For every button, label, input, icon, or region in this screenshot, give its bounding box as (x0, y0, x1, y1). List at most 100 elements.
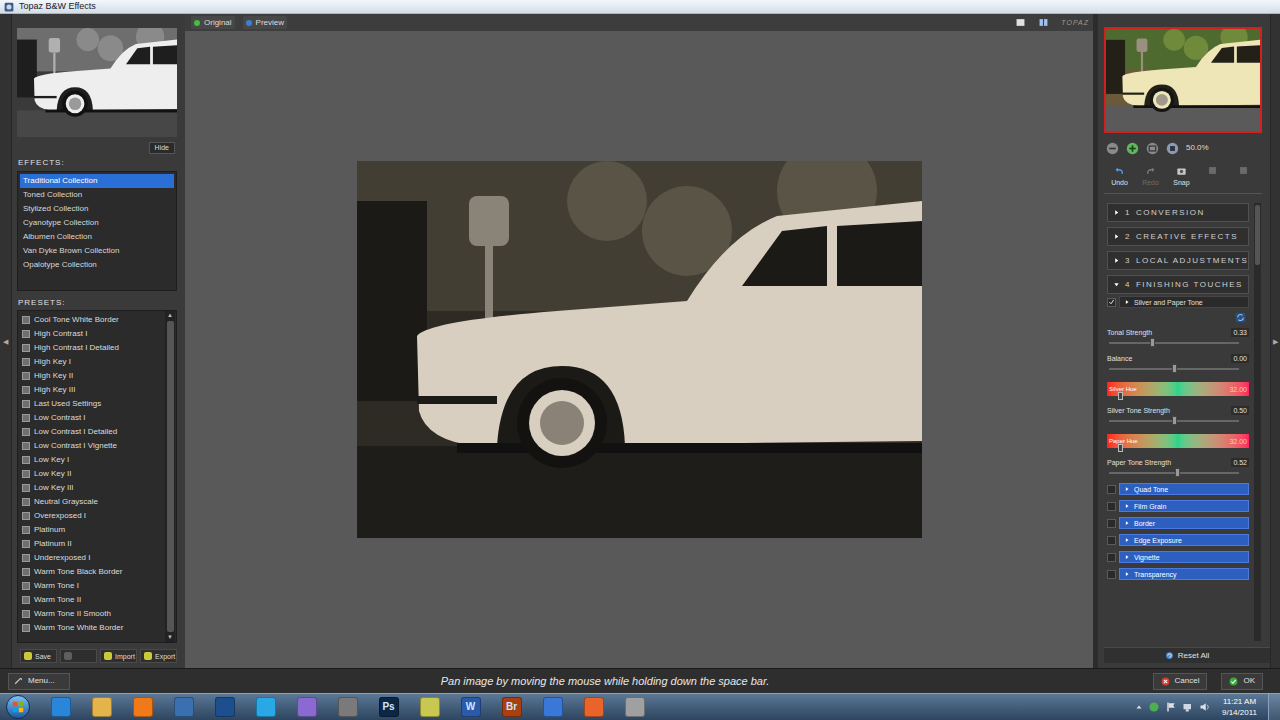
button-label[interactable]: Save (35, 653, 51, 660)
hide-button[interactable]: Hide (149, 142, 175, 154)
preset-label[interactable]: High Contrast I (34, 330, 87, 338)
slider-handle[interactable] (1175, 468, 1180, 477)
preset-item[interactable]: Low Key I (18, 453, 165, 467)
effect-item[interactable]: Toned Collection (20, 188, 174, 202)
module-checkbox[interactable] (1107, 553, 1116, 562)
module-label[interactable]: Transparency (1134, 571, 1177, 578)
slider-track[interactable] (1109, 364, 1239, 374)
scroll-down-arrow[interactable]: ▼ (167, 633, 173, 642)
section-label[interactable]: CONVERSION (1136, 209, 1205, 217)
preset-item[interactable]: Warm Tone Black Border (18, 565, 165, 579)
slider-value[interactable]: 0.33 (1231, 328, 1249, 337)
preset-item[interactable]: Low Key III (18, 481, 165, 495)
preset-item[interactable]: Low Key II (18, 467, 165, 481)
preset-item[interactable]: Warm Tone II Smooth (18, 607, 165, 621)
button-label[interactable]: Cancel (1175, 677, 1200, 685)
section-number[interactable]: 1 (1125, 209, 1131, 217)
preset-label[interactable]: Warm Tone II (34, 596, 81, 604)
button-label[interactable]: Export (155, 653, 175, 660)
slider-value[interactable]: 0.00 (1231, 354, 1249, 363)
preset-label[interactable]: Underexposed I (34, 554, 90, 562)
adjustments-scrollbar[interactable] (1254, 203, 1261, 641)
save-button[interactable]: Save (20, 649, 57, 663)
preset-label[interactable]: Low Key II (34, 470, 71, 478)
snap-button[interactable]: Snap (1166, 165, 1197, 187)
ok-button[interactable]: OK (1221, 673, 1263, 690)
module-label[interactable]: Film Grain (1134, 503, 1166, 510)
section-header[interactable]: 4 FINISHING TOUCHES (1107, 275, 1249, 294)
preset-label[interactable]: High Contrast I Detailed (34, 344, 119, 352)
preset-label[interactable]: Warm Tone White Border (34, 624, 123, 632)
preset-item[interactable]: Warm Tone White Border (18, 621, 165, 635)
effect-label[interactable]: Albumen Collection (23, 232, 92, 241)
image-canvas[interactable] (185, 31, 1093, 668)
taskbar-app[interactable] (327, 695, 368, 720)
clock[interactable]: 11:21 AM9/14/2011 (1216, 696, 1263, 718)
app-icon-label[interactable]: Ps (382, 702, 394, 712)
module-bar[interactable]: Transparency (1119, 568, 1249, 580)
module-label[interactable]: Border (1134, 520, 1155, 527)
app-icon[interactable]: Br (502, 697, 522, 717)
app-icon[interactable]: W (461, 697, 481, 717)
preset-label[interactable]: Low Key I (34, 456, 69, 464)
module-checkbox[interactable] (1107, 485, 1116, 494)
view-tab[interactable]: Original (191, 16, 235, 29)
hue-bar[interactable]: Paper Hue32.00 (1107, 434, 1249, 448)
preset-label[interactable]: Platinum (34, 526, 65, 534)
effect-label[interactable]: Traditional Collection (23, 176, 97, 185)
preset-label[interactable]: Cool Tone White Border (34, 316, 119, 324)
preset-item[interactable]: Low Contrast I Vignette (18, 439, 165, 453)
section-label[interactable]: FINISHING TOUCHES (1136, 281, 1243, 289)
preset-label[interactable]: Overexposed I (34, 512, 86, 520)
hue-bar[interactable]: Silver Hue32.00 (1107, 382, 1249, 396)
preset-label[interactable]: Low Contrast I Detailed (34, 428, 117, 436)
preset-label[interactable]: High Key I (34, 358, 71, 366)
taskbar-app[interactable] (614, 695, 655, 720)
preset-item[interactable]: Neutral Grayscale (18, 495, 165, 509)
app-icon[interactable]: Ps (379, 697, 399, 717)
preset-item[interactable]: High Key I (18, 355, 165, 369)
preset-item[interactable]: High Key III (18, 383, 165, 397)
app-icon[interactable] (297, 697, 317, 717)
effect-item[interactable]: Albumen Collection (20, 230, 174, 244)
taskbar-app[interactable] (409, 695, 450, 720)
menu-button[interactable]: Menu... (8, 673, 70, 690)
taskbar-app[interactable] (532, 695, 573, 720)
app-icon-label[interactable]: W (466, 702, 475, 712)
app-icon[interactable] (174, 697, 194, 717)
scroll-thumb[interactable] (167, 321, 174, 632)
section-header[interactable]: 2CREATIVE EFFECTS (1107, 227, 1249, 246)
show-desktop-button[interactable] (1268, 694, 1280, 720)
collapse-right-arrow[interactable]: ▶ (1273, 338, 1278, 345)
right-collapse-strip[interactable]: ▶ (1270, 14, 1280, 668)
preset-item[interactable]: High Contrast I Detailed (18, 341, 165, 355)
app-icon[interactable] (584, 697, 604, 717)
scroll-up-arrow[interactable]: ▲ (167, 311, 173, 320)
effect-label[interactable]: Toned Collection (23, 190, 82, 199)
presets-scrollbar[interactable]: ▲▼ (165, 311, 175, 642)
app-icon[interactable] (338, 697, 358, 717)
section-number[interactable]: 4 (1125, 281, 1131, 289)
module-label[interactable]: Vignette (1134, 554, 1160, 561)
button-label[interactable]: OK (1243, 677, 1255, 685)
effect-item[interactable]: Stylized Collection (20, 202, 174, 216)
preset-item[interactable]: Platinum II (18, 537, 165, 551)
app-icon[interactable] (92, 697, 112, 717)
taskbar-app[interactable] (245, 695, 286, 720)
preset-item[interactable]: High Key II (18, 369, 165, 383)
slider-track[interactable] (1109, 468, 1239, 478)
tone-title[interactable]: Silver and Paper Tone (1134, 299, 1203, 306)
preset-item[interactable]: Cool Tone White Border (18, 313, 165, 327)
module-checkbox[interactable] (1107, 502, 1116, 511)
app-icon[interactable] (625, 697, 645, 717)
app-icon[interactable] (420, 697, 440, 717)
effect-label[interactable]: Van Dyke Brown Collection (23, 246, 119, 255)
preset-label[interactable]: Neutral Grayscale (34, 498, 98, 506)
section-label[interactable]: LOCAL ADJUSTMENTS (1136, 257, 1248, 265)
module-checkbox[interactable] (1107, 536, 1116, 545)
preset-item[interactable]: Overexposed I (18, 509, 165, 523)
hue-handle[interactable] (1118, 392, 1123, 400)
section-number[interactable]: 2 (1125, 233, 1131, 241)
tab-label[interactable]: Original (204, 19, 232, 27)
preset-label[interactable]: Low Contrast I Vignette (34, 442, 117, 450)
